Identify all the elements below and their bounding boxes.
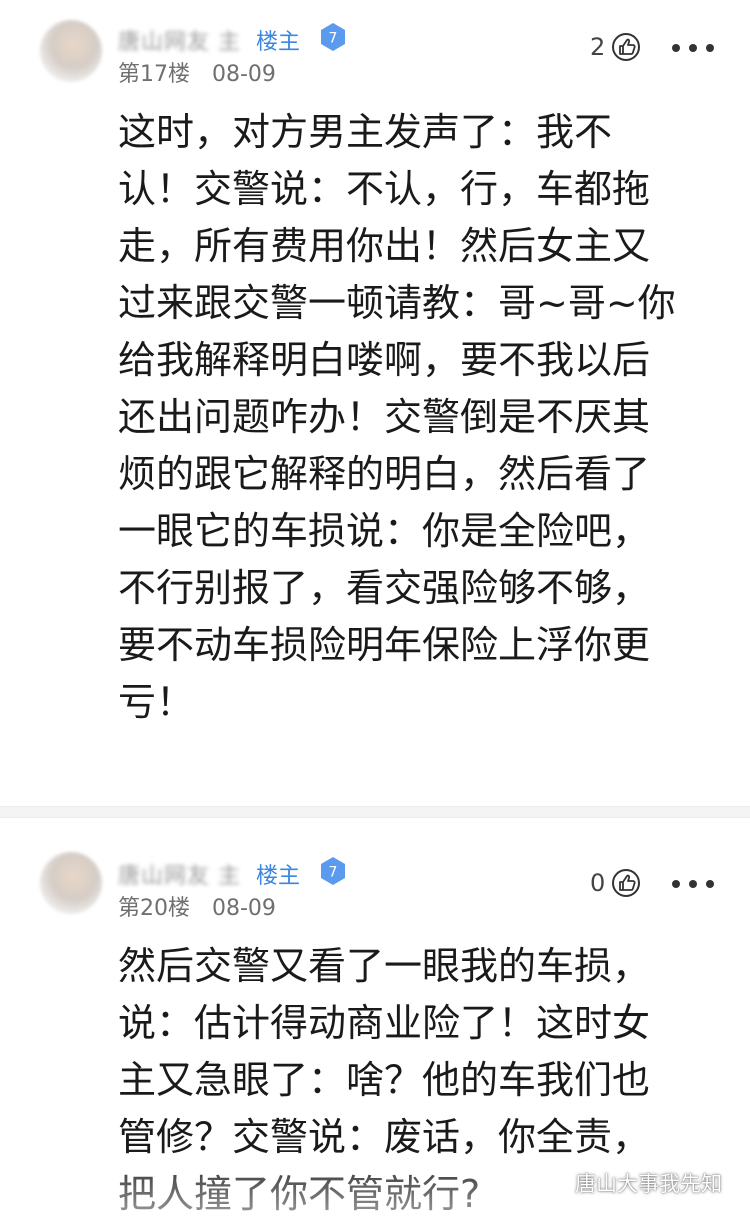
post-divider: [0, 806, 750, 818]
thumbs-up-icon: [612, 33, 641, 61]
like-button[interactable]: 0: [590, 866, 643, 900]
like-button[interactable]: 2: [590, 30, 643, 64]
floor-number: 第20楼: [118, 896, 190, 921]
content-line: 认！交警说：不认，行，车都拖: [118, 167, 651, 211]
post-content: 这时，对方男主发声了：我不 认！交警说：不认，行，车都拖 走，所有费用你出！然后…: [118, 104, 708, 731]
owner-tag: 楼主: [256, 30, 301, 55]
content-line: 说：估计得动商业险了！这时女: [118, 1001, 651, 1045]
content-line: 这时，对方男主发声了：我不: [118, 110, 613, 154]
content-line: 管修？交警说：废话，你全责，: [118, 1115, 651, 1159]
content-line: 一眼它的车损说：你是全险吧，: [118, 509, 651, 553]
watermark-text: 唐山大事我先知: [575, 1172, 722, 1196]
content-line: 烦的跟它解释的明白，然后看了: [118, 452, 651, 496]
more-options-icon[interactable]: [672, 43, 714, 53]
floor-number: 第17楼: [118, 62, 190, 87]
thumbs-up-icon: [612, 869, 641, 897]
username[interactable]: 唐山网友 主: [118, 24, 241, 56]
level-number: 7: [329, 865, 338, 881]
content-line: 不行别报了，看交强险够不够，: [118, 566, 651, 610]
floor-date: 第20楼 08-09: [118, 890, 276, 922]
floor-date: 第17楼 08-09: [118, 56, 276, 88]
owner-tag: 楼主: [256, 864, 301, 889]
content-line: 还出问题咋办！交警倒是不厌其: [118, 395, 651, 439]
level-badge-icon: 7: [321, 23, 345, 51]
content-line: 走，所有费用你出！然后女主又: [118, 224, 651, 268]
post-date: 08-09: [212, 896, 276, 921]
level-badge-icon: 7: [321, 857, 345, 885]
more-options-icon[interactable]: [672, 879, 714, 889]
watermark: 唐山大事我先知: [539, 1168, 722, 1198]
username[interactable]: 唐山网友 主: [118, 858, 241, 890]
content-line: 过来跟交警一顿请教：哥~哥~你: [118, 281, 676, 325]
content-line: 亏！: [118, 680, 195, 724]
content-line: 要不动车损险明年保险上浮你更: [118, 623, 651, 667]
content-line: 主又急眼了：啥？他的车我们也: [118, 1058, 651, 1102]
post-floor-20: 唐山网友 主 楼主 7 第20楼 08-09 0 然后交警又看了一眼我的车损， 说…: [0, 818, 750, 1221]
like-count: 2: [590, 33, 606, 61]
avatar[interactable]: [40, 20, 102, 82]
avatar[interactable]: [40, 852, 102, 914]
like-count: 0: [590, 869, 606, 897]
post-floor-17: 唐山网友 主 楼主 7 第17楼 08-09 2 这时，对方男主发声了：我不 认！…: [0, 0, 750, 806]
content-line: 然后交警又看了一眼我的车损，: [118, 944, 651, 988]
content-line: 给我解释明白喽啊，要不我以后: [118, 338, 651, 382]
level-number: 7: [329, 31, 338, 47]
post-date: 08-09: [212, 62, 276, 87]
wechat-icon: [539, 1172, 566, 1193]
